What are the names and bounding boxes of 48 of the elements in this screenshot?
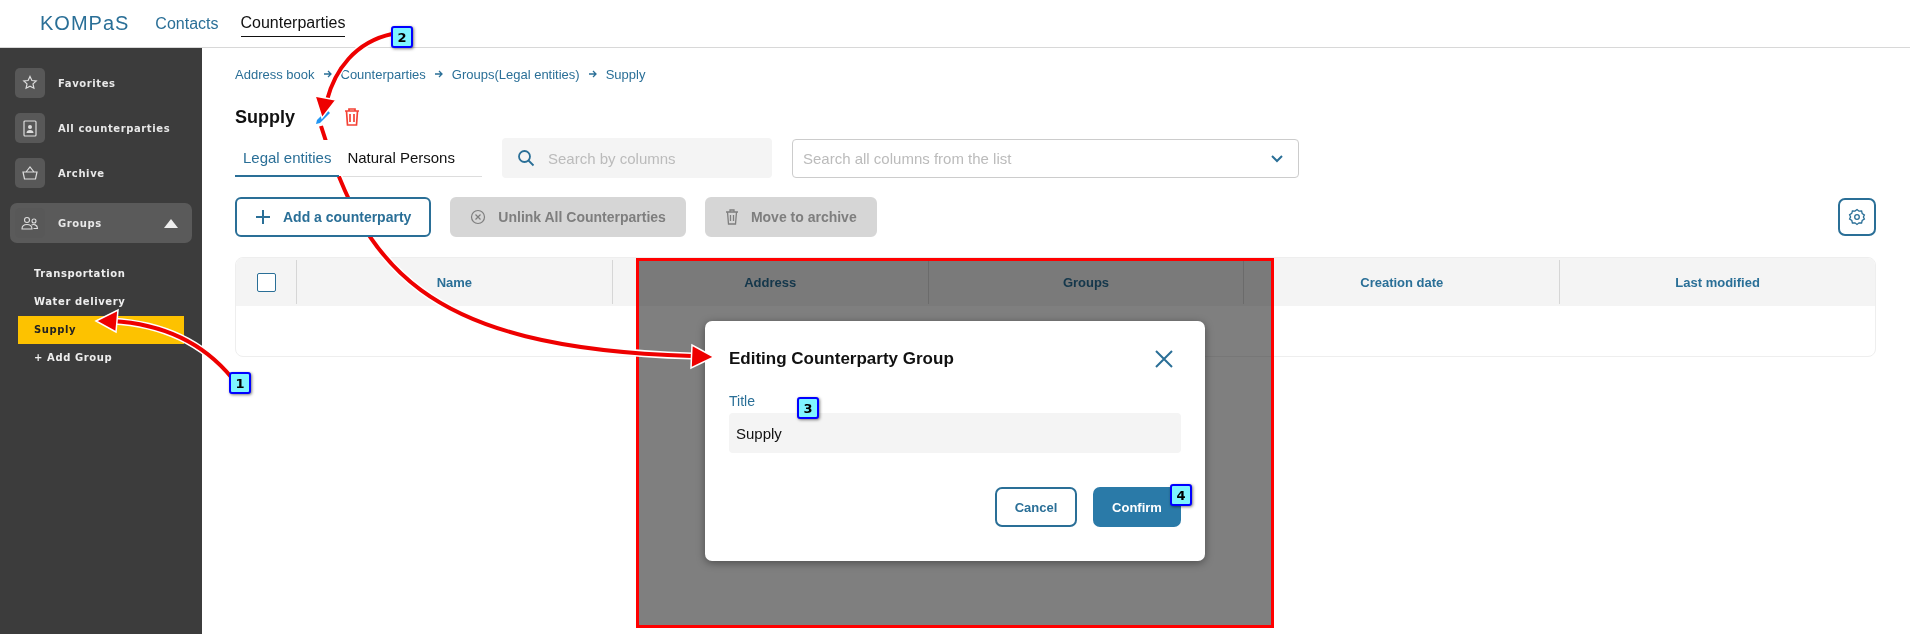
arrow-right-icon bbox=[433, 69, 444, 79]
step-badge: 2 bbox=[391, 26, 413, 48]
logo: KOMPaS bbox=[40, 12, 130, 35]
checkbox[interactable] bbox=[256, 272, 276, 292]
breadcrumb-link[interactable]: Groups(Legal entities) bbox=[451, 66, 580, 82]
contact-card-icon bbox=[23, 119, 37, 137]
trash-icon bbox=[724, 209, 739, 225]
field-label: Title bbox=[729, 393, 755, 409]
dialog-title: Editing Counterparty Group bbox=[729, 349, 954, 369]
settings-icon bbox=[1848, 208, 1866, 226]
nav-link[interactable]: Contacts bbox=[155, 10, 219, 37]
breadcrumb-link[interactable]: Address book bbox=[235, 66, 315, 82]
page-title: Supply bbox=[235, 106, 295, 128]
search-field[interactable]: Search by columns bbox=[502, 138, 772, 178]
tab[interactable]: Legal entities bbox=[235, 139, 340, 177]
arrow-right-icon bbox=[322, 69, 333, 79]
star-icon bbox=[22, 75, 38, 91]
sidebar-item[interactable]: All counterparties bbox=[15, 113, 192, 143]
group-item[interactable]: Transportation bbox=[18, 260, 202, 288]
caret-up-icon[interactable] bbox=[164, 218, 178, 228]
column-header[interactable]: Creation date bbox=[1243, 260, 1560, 304]
people-icon bbox=[21, 215, 39, 231]
dialog-button[interactable]: Cancel bbox=[995, 487, 1077, 527]
close-icon[interactable] bbox=[1155, 350, 1173, 368]
breadcrumb-link[interactable]: Supply bbox=[605, 66, 646, 82]
column-header[interactable]: Name bbox=[296, 260, 612, 304]
step-badge: 1 bbox=[229, 372, 251, 394]
basket-icon bbox=[21, 165, 39, 181]
column-header[interactable]: Last modified bbox=[1559, 260, 1875, 304]
title-input[interactable]: Supply bbox=[729, 413, 1181, 453]
sidebar-item[interactable]: Groups bbox=[10, 203, 192, 243]
add-group-link[interactable]: + Add Group bbox=[18, 344, 202, 372]
step-badge: 3 bbox=[797, 397, 819, 419]
plus-icon bbox=[255, 209, 271, 225]
arrow-right-icon bbox=[587, 69, 598, 79]
settings-button[interactable] bbox=[1838, 198, 1876, 236]
group-item[interactable]: Water delivery bbox=[18, 288, 202, 316]
trash-icon[interactable] bbox=[343, 107, 361, 127]
sidebar-item[interactable]: Archive bbox=[15, 158, 192, 188]
close-circle-icon bbox=[470, 209, 487, 225]
chevron-down-icon bbox=[1271, 154, 1283, 163]
nav-link[interactable]: Counterparties bbox=[240, 10, 346, 37]
sidebar-item[interactable]: Favorites bbox=[15, 68, 192, 98]
search-select[interactable]: Search all columns from the list bbox=[792, 138, 1299, 178]
breadcrumb-link[interactable]: Counterparties bbox=[340, 66, 426, 82]
action-button[interactable]: Add a counterparty bbox=[235, 197, 432, 237]
search-icon bbox=[517, 149, 535, 167]
step-badge: 4 bbox=[1170, 484, 1192, 506]
